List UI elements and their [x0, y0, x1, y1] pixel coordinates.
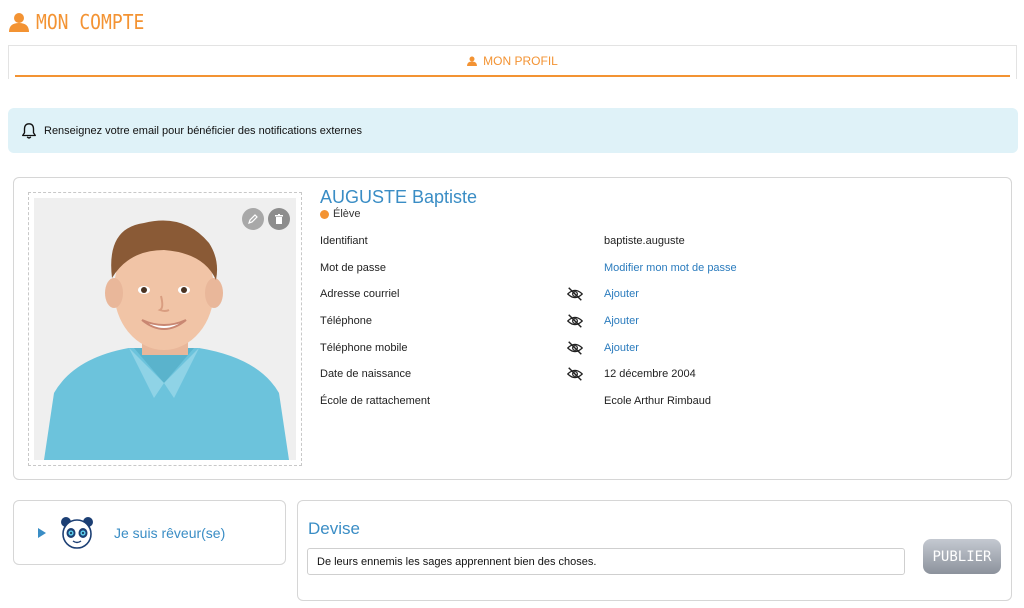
devise-card: Devise De leurs ennemis les sages appren…: [297, 500, 1012, 601]
panda-icon: [61, 516, 93, 549]
tab-label: MON PROFIL: [483, 53, 558, 68]
page-title: MON COMPTE: [36, 10, 145, 34]
play-icon[interactable]: [38, 527, 46, 538]
profile-card: AUGUSTE Baptiste Élève Identifiant bapti…: [13, 177, 1012, 480]
field-row-telephone: Téléphone Ajouter: [320, 308, 1000, 335]
bell-icon: [22, 122, 36, 139]
trash-icon: [275, 214, 283, 224]
add-mobile-link[interactable]: Ajouter: [604, 342, 639, 354]
tab-bar: MON PROFIL: [8, 45, 1017, 79]
change-password-link[interactable]: Modifier mon mot de passe: [604, 262, 737, 274]
pencil-icon: [248, 214, 258, 224]
notification-banner: Renseignez votre email pour bénéficier d…: [8, 108, 1018, 153]
field-row-telephone-mobile: Téléphone mobile Ajouter: [320, 334, 1000, 361]
field-value: baptiste.auguste: [604, 235, 685, 248]
field-label: Date de naissance: [320, 368, 412, 381]
eye-slash-icon[interactable]: [566, 339, 584, 357]
field-value: 12 décembre 2004: [604, 368, 696, 381]
field-value: Ecole Arthur Rimbaud: [604, 394, 711, 407]
profile-fields: Identifiant baptiste.auguste Mot de pass…: [320, 228, 1000, 414]
field-row-identifiant: Identifiant baptiste.auguste: [320, 228, 1000, 255]
field-row-mot-de-passe: Mot de passe Modifier mon mot de passe: [320, 255, 1000, 282]
page-header: MON COMPTE: [9, 7, 156, 37]
devise-input[interactable]: De leurs ennemis les sages apprennent bi…: [307, 548, 905, 575]
field-label: Téléphone mobile: [320, 341, 408, 354]
field-row-adresse-courriel: Adresse courriel Ajouter: [320, 281, 1000, 308]
role-dot-icon: [320, 209, 329, 219]
user-icon: [467, 56, 478, 66]
field-label: École de rattachement: [320, 394, 431, 407]
field-label: Mot de passe: [320, 261, 387, 274]
role-label: Élève: [333, 208, 361, 220]
eye-slash-icon[interactable]: [566, 312, 584, 330]
field-label: Adresse courriel: [320, 288, 400, 301]
field-label: Identifiant: [320, 235, 368, 248]
mood-card[interactable]: Je suis rêveur(se): [13, 500, 286, 565]
delete-photo-button[interactable]: [268, 208, 290, 230]
publish-button[interactable]: PUBLIER: [923, 539, 1001, 574]
field-label: Téléphone: [320, 315, 372, 328]
photo-actions: [242, 208, 290, 230]
eye-slash-icon[interactable]: [566, 365, 584, 383]
profile-name: AUGUSTE Baptiste: [320, 187, 478, 207]
profile-photo: [34, 198, 296, 460]
field-row-ecole: École de rattachement Ecole Arthur Rimba…: [320, 388, 1000, 415]
profile-role: Élève: [320, 208, 361, 220]
field-row-date-de-naissance: Date de naissance 12 décembre 2004: [320, 361, 1000, 388]
add-phone-link[interactable]: Ajouter: [604, 315, 639, 327]
mood-label: Je suis rêveur(se): [114, 524, 226, 541]
edit-photo-button[interactable]: [242, 208, 264, 230]
notification-text: Renseignez votre email pour bénéficier d…: [44, 124, 362, 137]
devise-title: Devise: [308, 519, 360, 538]
photo-frame: [28, 192, 302, 466]
eye-slash-icon[interactable]: [566, 285, 584, 303]
add-email-link[interactable]: Ajouter: [604, 288, 639, 300]
tab-mon-profil[interactable]: MON PROFIL: [15, 46, 1010, 77]
user-icon: [9, 13, 29, 32]
child-portrait-image: [34, 198, 296, 460]
